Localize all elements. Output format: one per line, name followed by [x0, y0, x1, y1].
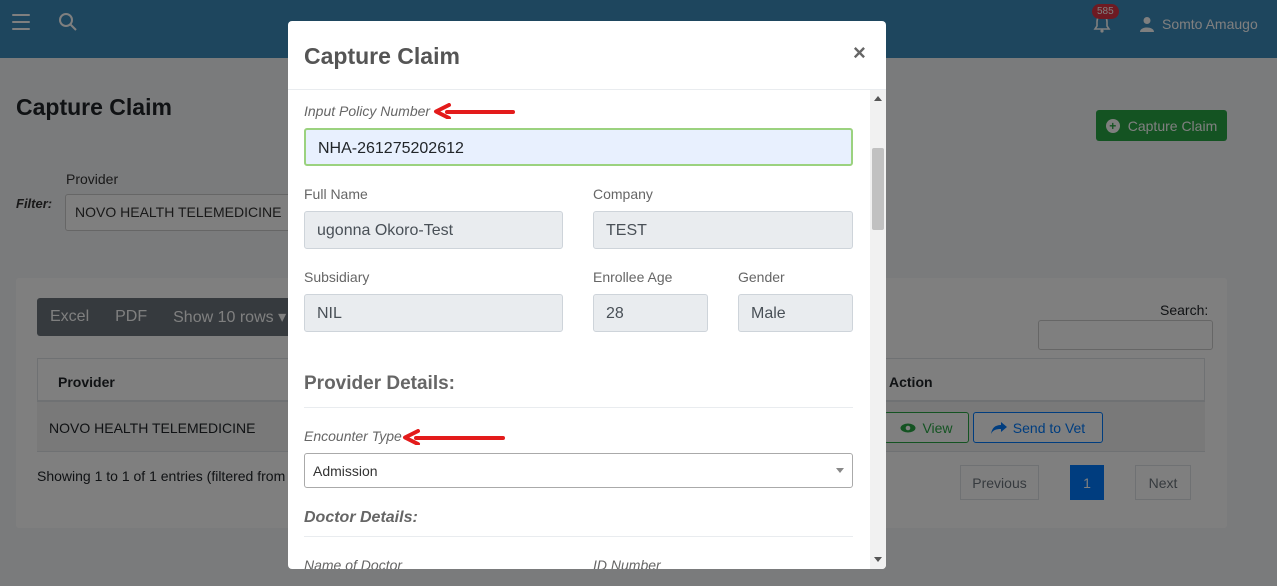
full-name-label: Full Name: [304, 186, 368, 202]
annotation-arrow-icon: [403, 429, 505, 445]
scroll-down-icon[interactable]: [874, 557, 882, 562]
chevron-down-icon: [836, 468, 844, 473]
gender-label: Gender: [738, 269, 785, 285]
id-number-label: ID Number: [593, 557, 661, 569]
gender-field[interactable]: Male: [738, 294, 853, 332]
enrollee-age-field[interactable]: 28: [593, 294, 708, 332]
encounter-type-label: Encounter Type: [304, 428, 402, 444]
modal-header: Capture Claim ×: [288, 21, 886, 90]
scrollbar-thumb[interactable]: [872, 148, 884, 230]
modal-title: Capture Claim: [304, 43, 460, 69]
capture-claim-modal: Capture Claim × Input Policy Number NHA-…: [288, 21, 886, 569]
modal-scrollbar[interactable]: [870, 90, 886, 569]
modal-body: Input Policy Number NHA-261275202612 Ful…: [288, 90, 886, 569]
subsidiary-label: Subsidiary: [304, 269, 370, 285]
scroll-up-icon[interactable]: [874, 96, 882, 101]
encounter-type-value: Admission: [313, 463, 378, 479]
doctor-name-label: Name of Doctor: [304, 557, 403, 569]
encounter-type-select[interactable]: Admission: [304, 453, 853, 488]
company-label: Company: [593, 186, 653, 202]
policy-number-label: Input Policy Number: [304, 103, 431, 119]
subsidiary-field[interactable]: NIL: [304, 294, 563, 332]
divider: [304, 407, 853, 408]
full-name-field[interactable]: ugonna Okoro-Test: [304, 211, 563, 249]
close-icon[interactable]: ×: [853, 40, 866, 66]
annotation-arrow-icon: [434, 103, 515, 119]
enrollee-age-label: Enrollee Age: [593, 269, 673, 285]
provider-details-heading: Provider Details:: [304, 373, 455, 394]
doctor-details-heading: Doctor Details:: [304, 509, 418, 526]
divider: [304, 536, 853, 537]
company-field[interactable]: TEST: [593, 211, 853, 249]
policy-number-input[interactable]: NHA-261275202612: [304, 128, 853, 166]
